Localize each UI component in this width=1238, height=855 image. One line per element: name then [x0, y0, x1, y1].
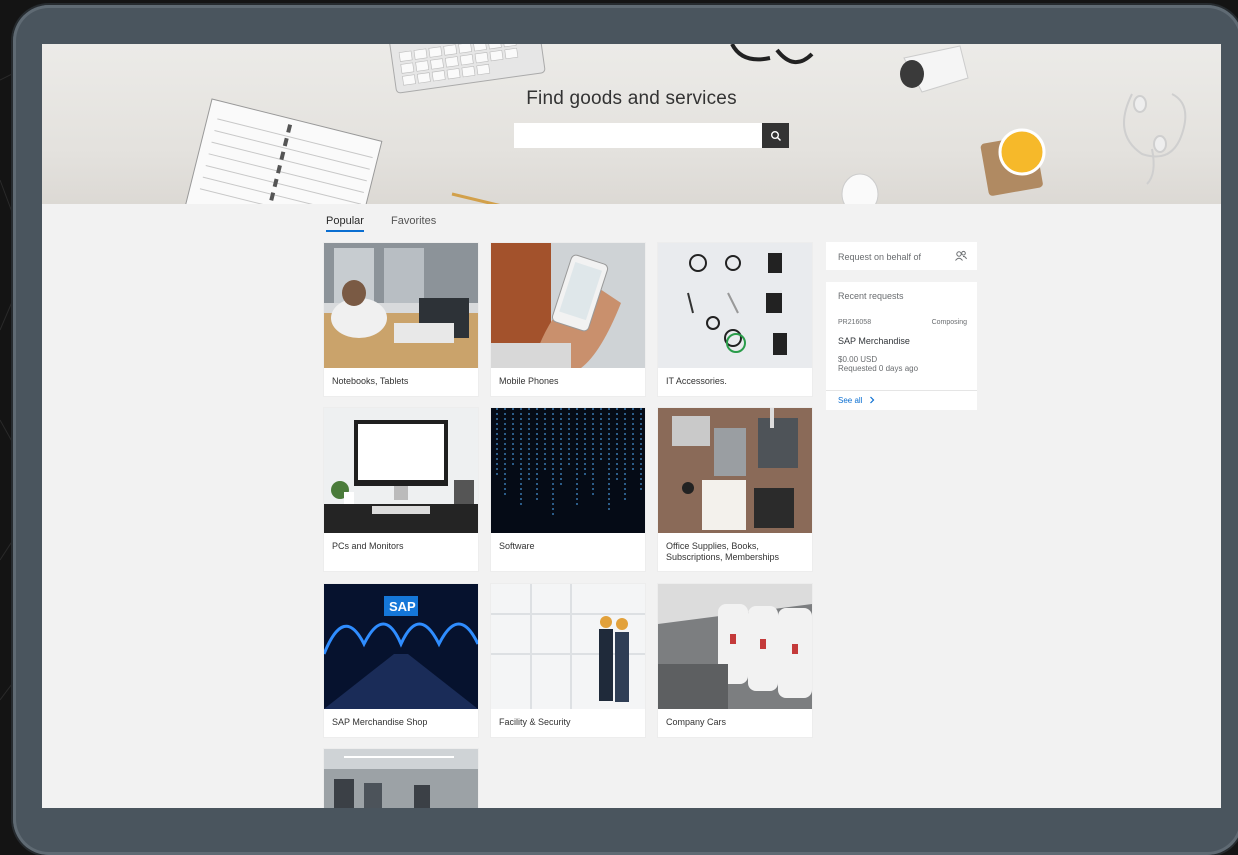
- category-tile-it-accessories[interactable]: IT Accessories.: [658, 243, 812, 396]
- request-on-behalf-card[interactable]: Request on behalf of: [826, 242, 977, 270]
- request-price: $0.00 USD: [838, 355, 878, 364]
- chevron-right-icon: [869, 396, 875, 404]
- request-name[interactable]: SAP Merchandise: [838, 336, 910, 346]
- category-tile-notebooks[interactable]: Notebooks, Tablets: [324, 243, 478, 396]
- juice-glass-illustration: [980, 128, 1046, 196]
- pcs-monitors-image: [324, 408, 478, 533]
- category-tile-sap-merchandise[interactable]: SAP SAP Merchandise Shop: [324, 584, 478, 737]
- app-screen: Find goods and services Popular Favorite…: [42, 44, 1221, 808]
- search-button[interactable]: [762, 123, 789, 148]
- category-image-partial: [324, 749, 478, 808]
- category-label: Facility & Security: [499, 717, 571, 727]
- speaker-illustration: [900, 45, 969, 93]
- category-label: Company Cars: [666, 717, 727, 727]
- category-tile-pcs-monitors[interactable]: PCs and Monitors: [324, 408, 478, 571]
- person-group-icon: [955, 250, 967, 261]
- office-supplies-image: [658, 408, 812, 533]
- company-cars-image: [658, 584, 812, 709]
- category-label: Notebooks, Tablets: [332, 376, 409, 386]
- recent-requests-card: Recent requests PR216058 Composing SAP M…: [826, 282, 977, 410]
- category-tile-mobile-phones[interactable]: Mobile Phones: [491, 243, 645, 396]
- divider: [826, 390, 977, 391]
- notebook-illustration: [175, 98, 383, 204]
- category-tile-software[interactable]: Software: [491, 408, 645, 571]
- search-icon: [770, 130, 781, 141]
- tab-popular[interactable]: Popular: [326, 215, 364, 232]
- it-accessories-image: [658, 243, 812, 368]
- category-label: Mobile Phones: [499, 376, 559, 386]
- request-id: PR216058: [838, 319, 872, 326]
- tab-favorites[interactable]: Favorites: [391, 215, 436, 227]
- hero-banner: Find goods and services: [42, 44, 1221, 204]
- category-tile-facility-security[interactable]: Facility & Security: [491, 584, 645, 737]
- keyboard-illustration: [387, 44, 546, 94]
- hero-title: Find goods and services: [526, 88, 737, 109]
- request-on-behalf-label: Request on behalf of: [838, 252, 922, 262]
- category-label: IT Accessories.: [666, 376, 727, 386]
- software-image: [491, 408, 645, 533]
- facility-security-image: [491, 584, 645, 709]
- category-label: Software: [499, 541, 535, 551]
- pencil-illustration: [451, 192, 501, 204]
- category-tile-partial[interactable]: [324, 749, 478, 808]
- sap-merchandise-image: SAP: [324, 584, 478, 709]
- category-label: SAP Merchandise Shop: [332, 717, 428, 727]
- request-status: Composing: [931, 319, 967, 326]
- see-all-link[interactable]: See all: [838, 396, 876, 405]
- category-label: Office Supplies, Books, Subscriptions, M…: [666, 541, 780, 562]
- glasses-illustration: [730, 44, 814, 64]
- recent-requests-title: Recent requests: [838, 291, 904, 301]
- search-bar: [514, 123, 789, 148]
- category-label: PCs and Monitors: [332, 541, 404, 551]
- request-time: Requested 0 days ago: [838, 364, 919, 373]
- mouse-illustration: [841, 173, 879, 204]
- search-input[interactable]: [514, 123, 762, 148]
- category-tile-office-supplies[interactable]: Office Supplies, Books, Subscriptions, M…: [658, 408, 812, 571]
- svg-text:SAP: SAP: [389, 599, 416, 614]
- category-tile-company-cars[interactable]: Company Cars: [658, 584, 812, 737]
- notebooks-image: [324, 243, 478, 368]
- see-all-label: See all: [838, 396, 863, 405]
- mobile-phones-image: [491, 243, 645, 368]
